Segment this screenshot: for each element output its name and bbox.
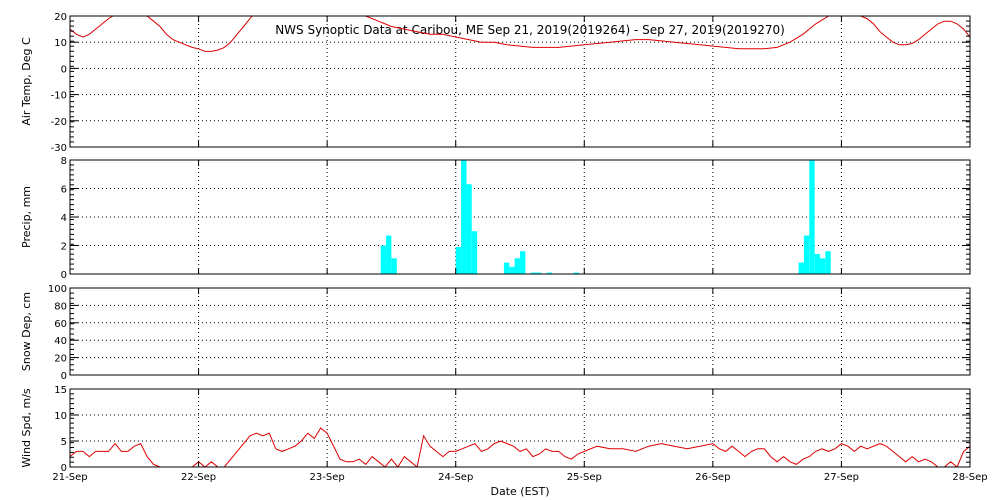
- grid-wind-speed: [70, 389, 970, 467]
- precip-bar: [520, 251, 526, 274]
- y-tick-label: 80: [54, 301, 67, 312]
- y-tick-label: 40: [54, 336, 67, 347]
- y-tick-label: 8: [61, 156, 67, 167]
- precip-bar: [391, 258, 397, 274]
- precip-bar: [461, 160, 467, 274]
- precip-bar: [825, 251, 831, 274]
- y-axis-label-snow-depth: Snow Dep, cm: [20, 292, 33, 371]
- x-tick-label: 25-Sep: [567, 472, 602, 483]
- x-axis-label: Date (EST): [490, 485, 549, 498]
- precip-bar: [386, 235, 392, 274]
- x-tick-label: 22-Sep: [181, 472, 216, 483]
- precip-bar: [819, 258, 826, 274]
- y-tick-label: 0: [61, 270, 67, 281]
- precip-bar: [798, 262, 804, 274]
- y-tick-label: 60: [54, 319, 67, 330]
- chart-title: NWS Synoptic Data at Caribou, ME Sep 21,…: [275, 23, 785, 37]
- y-tick-label: 20: [54, 12, 67, 23]
- precip-bar: [814, 254, 821, 274]
- panel-frame: [69, 388, 971, 468]
- panel-wind-speed: 051015Wind Spd, m/s: [20, 385, 971, 474]
- panel-precip: 0 2 4 6 8 Precip, mm: [20, 156, 971, 281]
- y-tick-label: 0: [61, 64, 67, 75]
- panel-snow-depth: 0 20 40 60 80 100 Snow Dep, cm: [20, 284, 971, 382]
- y-tick-label: 4: [61, 213, 67, 224]
- y-axis-label-air-temp: Air Temp, Deg C: [20, 37, 33, 126]
- x-tick-label: 24-Sep: [438, 472, 473, 483]
- y-tick-label: -20: [51, 117, 67, 128]
- y-tick-label: 100: [48, 284, 67, 295]
- precip-bar: [380, 245, 387, 274]
- y-tick-label: 2: [61, 242, 67, 253]
- precip-bar: [809, 160, 815, 274]
- y-tick-label: 20: [54, 354, 67, 365]
- x-tick-label: 28-Sep: [952, 472, 987, 483]
- x-tick-label: 23-Sep: [310, 472, 345, 483]
- precip-bar: [803, 235, 810, 274]
- y-axis-label-wind-speed: Wind Spd, m/s: [20, 388, 33, 468]
- synoptic-chart-figure: NWS Synoptic Data at Caribou, ME Sep 21,…: [20, 12, 988, 498]
- precip-bar: [514, 258, 520, 274]
- x-tick-labels: 21-Sep 22-Sep 23-Sep 24-Sep 25-Sep 26-Sep 27-S…: [52, 472, 987, 483]
- precip-bar: [471, 231, 478, 274]
- series-precip: [380, 160, 831, 274]
- y-tick-label: 10: [54, 411, 67, 422]
- x-tick-label: 21-Sep: [52, 472, 87, 483]
- wind-speed-line: [70, 427, 970, 467]
- y-axis-label-precip: Precip, mm: [20, 186, 33, 248]
- precip-bar: [466, 184, 472, 274]
- precip-bar: [503, 262, 510, 274]
- plot-panels: -30 -20 -10 0 10 20 Air Temp, Deg C 0 2 4 6 8 Precip…: [20, 12, 971, 474]
- y-tick-label: 6: [61, 185, 67, 196]
- y-tick-label: 10: [54, 38, 67, 49]
- y-tick-label: -10: [51, 91, 67, 102]
- y-tick-label: -30: [51, 143, 67, 154]
- x-tick-label: 27-Sep: [824, 472, 859, 483]
- grid-snow-depth: [70, 288, 970, 375]
- y-tick-label: 5: [61, 437, 67, 448]
- x-tick-label: 26-Sep: [695, 472, 730, 483]
- y-tick-label: 15: [54, 385, 67, 396]
- panel-frame: [69, 287, 971, 376]
- precip-bar: [455, 246, 462, 274]
- precip-bar: [509, 266, 515, 274]
- series-wind-speed: [70, 427, 970, 467]
- y-tick-label: 0: [61, 371, 67, 382]
